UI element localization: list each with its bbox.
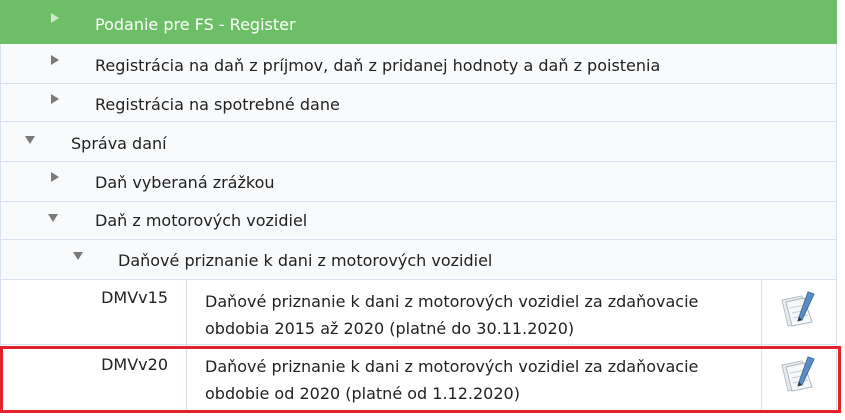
tree-item-label: Daň z motorových vozidiel (95, 211, 308, 230)
form-row-dmvv20[interactable]: DMVv20 Daňové priznanie k dani z motorov… (0, 345, 837, 413)
expand-arrow-icon[interactable] (51, 55, 59, 65)
collapse-arrow-icon[interactable] (73, 252, 83, 260)
expand-arrow-icon[interactable] (51, 13, 59, 23)
form-code: DMVv15 (101, 288, 168, 307)
form-icon-cell (762, 345, 837, 412)
form-tree: Podanie pre FS - Register Registrácia na… (0, 0, 845, 420)
form-description[interactable]: Daňové priznanie k dani z motorových voz… (205, 353, 745, 407)
collapse-arrow-icon[interactable] (25, 136, 35, 144)
tree-item-sprava-dani[interactable]: Správa daní (0, 122, 837, 162)
tree-item-registracia-spotrebne[interactable]: Registrácia na spotrebné dane (0, 84, 837, 122)
tree-item-label: Daň vyberaná zrážkou (95, 173, 275, 192)
form-row-dmvv15[interactable]: DMVv15 Daňové priznanie k dani z motorov… (0, 280, 837, 345)
form-description-cell: Daňové priznanie k dani z motorových voz… (187, 280, 762, 344)
tree-item-registracia-dane[interactable]: Registrácia na daň z príjmov, daň z prid… (0, 44, 837, 84)
tree-item-danove-priznanie-dmv[interactable]: Daňové priznanie k dani z motorových voz… (0, 240, 837, 280)
form-code-cell: DMVv15 (1, 280, 187, 344)
form-document-icon[interactable] (778, 355, 820, 393)
expand-arrow-icon[interactable] (51, 172, 59, 182)
form-document-icon[interactable] (778, 290, 820, 328)
form-icon-cell (762, 280, 837, 344)
expand-arrow-icon[interactable] (51, 94, 59, 104)
tree-item-label: Podanie pre FS - Register (95, 15, 296, 34)
tree-item-dan-motorove-vozidla[interactable]: Daň z motorových vozidiel (0, 202, 837, 240)
tree-item-label: Registrácia na spotrebné dane (95, 95, 340, 114)
collapse-arrow-icon[interactable] (48, 214, 58, 222)
form-code-cell: DMVv20 (1, 345, 187, 412)
tree-item-dan-zrazkou[interactable]: Daň vyberaná zrážkou (0, 162, 837, 202)
tree-item-label: Registrácia na daň z príjmov, daň z prid… (95, 56, 661, 75)
form-description-cell: Daňové priznanie k dani z motorových voz… (187, 345, 762, 412)
form-description[interactable]: Daňové priznanie k dani z motorových voz… (205, 288, 745, 342)
form-code: DMVv20 (101, 355, 168, 374)
tree-item-label: Daňové priznanie k dani z motorových voz… (118, 251, 493, 270)
tree-item-label: Správa daní (71, 134, 167, 153)
tree-item-podanie-register[interactable]: Podanie pre FS - Register (0, 0, 837, 44)
